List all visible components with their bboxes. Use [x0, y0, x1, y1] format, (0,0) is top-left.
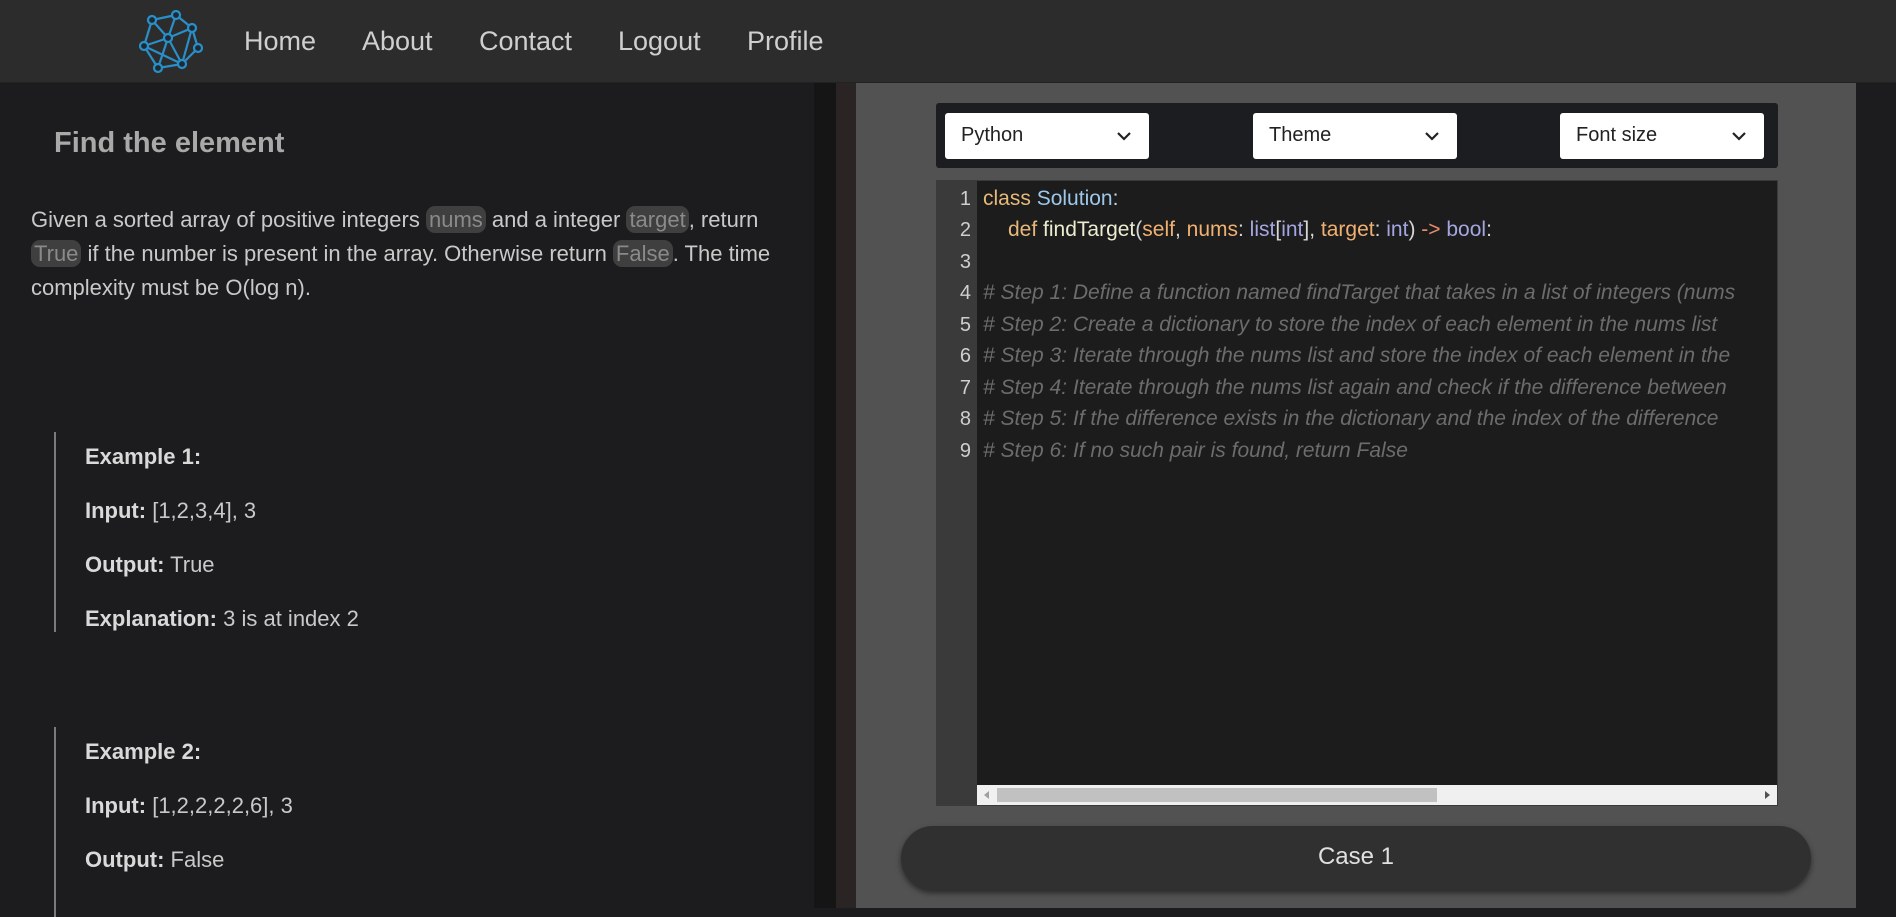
- panel-divider[interactable]: [814, 83, 836, 908]
- line-number: 9: [959, 440, 971, 462]
- example-2: Example 2: Input: [1,2,2,2,2,6], 3 Outpu…: [54, 727, 293, 917]
- theme-select[interactable]: Theme: [1253, 113, 1457, 159]
- line-number: 7: [959, 377, 971, 399]
- problem-title: Find the element: [54, 127, 285, 159]
- example-heading: Example 2:: [85, 739, 202, 764]
- inline-code-false: False: [612, 240, 673, 267]
- code-token: :: [1238, 218, 1250, 241]
- code-comment-line: # Step 5: If the difference exists in th…: [983, 407, 1719, 430]
- desc-text: Given a sorted array of positive integer…: [31, 207, 426, 232]
- neural-network-logo-icon[interactable]: [138, 10, 204, 74]
- page-right-margin: [1856, 83, 1896, 908]
- line-number: 8: [959, 408, 971, 430]
- code-token: nums: [1186, 218, 1238, 241]
- code-line: def findTarget(self, nums: list[int], ta…: [1008, 217, 1492, 243]
- nav-contact-link[interactable]: Contact: [479, 24, 572, 58]
- language-select[interactable]: Python: [945, 113, 1149, 159]
- code-text-area[interactable]: class Solution: def findTarget(self, num…: [977, 181, 1777, 785]
- chevron-down-icon: [1425, 132, 1439, 141]
- input-label: Input:: [85, 498, 147, 523]
- code-token: target: [1320, 218, 1375, 241]
- nav-logout-link[interactable]: Logout: [618, 24, 701, 58]
- code-token: :: [1374, 218, 1387, 241]
- case-1-button[interactable]: Case 1: [901, 826, 1811, 890]
- code-token: int: [1386, 218, 1409, 241]
- explanation-value: 3 is at index 2: [217, 606, 359, 631]
- code-token: ): [1408, 218, 1422, 241]
- code-token: list: [1249, 218, 1276, 241]
- code-comment-line: # Step 4: Iterate through the nums list …: [983, 376, 1727, 399]
- line-number: 1: [959, 188, 971, 210]
- code-token: findTarget: [1043, 218, 1136, 241]
- output-label: Output:: [85, 552, 165, 577]
- desc-text: if the number is present in the array. O…: [81, 241, 613, 266]
- code-token: int: [1281, 218, 1304, 241]
- code-comment-line: # Step 3: Iterate through the nums list …: [983, 344, 1731, 367]
- font-size-select-value: Font size: [1576, 124, 1658, 146]
- code-token: ,: [1174, 218, 1187, 241]
- scroll-left-arrow-icon[interactable]: [981, 789, 993, 801]
- code-comment-line: # Step 2: Create a dictionary to store t…: [983, 313, 1718, 336]
- line-number: 2: [959, 219, 971, 241]
- scroll-right-arrow-icon[interactable]: [1761, 789, 1773, 801]
- input-label: Input:: [85, 793, 147, 818]
- chevron-down-icon: [1732, 132, 1746, 141]
- nav-home-link[interactable]: Home: [244, 24, 316, 58]
- language-select-value: Python: [961, 124, 1024, 146]
- input-value: [1,2,3,4], 3: [146, 498, 257, 523]
- line-number: 5: [959, 314, 971, 336]
- scrollbar-thumb[interactable]: [997, 788, 1437, 802]
- desc-text: , return: [688, 207, 759, 232]
- code-comment-line: # Step 1: Define a function named findTa…: [983, 281, 1736, 304]
- font-size-select[interactable]: Font size: [1560, 113, 1764, 159]
- code-token: ,: [1309, 218, 1321, 241]
- code-token: def: [1008, 218, 1038, 241]
- code-token: class: [983, 187, 1031, 210]
- code-comment-line: # Step 6: If no such pair is found, retu…: [983, 439, 1408, 462]
- output-value: False: [164, 847, 225, 872]
- example-heading: Example 1:: [85, 444, 202, 469]
- input-value: [1,2,2,2,2,6], 3: [146, 793, 293, 818]
- example-1: Example 1: Input: [1,2,3,4], 3 Output: T…: [54, 432, 359, 632]
- line-number: 3: [959, 251, 971, 273]
- code-token: bool: [1440, 218, 1487, 241]
- explanation-label: Explanation:: [85, 606, 218, 631]
- line-number: 4: [959, 282, 971, 304]
- output-value: True: [164, 552, 215, 577]
- nav-about-link[interactable]: About: [362, 24, 433, 58]
- case-1-label: Case 1: [1317, 843, 1395, 870]
- navbar: Home About Contact Logout Profile: [0, 0, 1896, 83]
- inline-code-true: True: [31, 240, 82, 267]
- code-line: class Solution:: [983, 186, 1118, 212]
- desc-text: and a integer: [485, 207, 627, 232]
- code-token: ->: [1421, 218, 1441, 241]
- editor-panel: Python Theme Font size 1 2 3 4 5 6 7 8 9…: [856, 83, 1856, 908]
- editor-toolbar: Python Theme Font size: [936, 103, 1778, 168]
- output-label: Output:: [85, 847, 165, 872]
- code-token: self: [1142, 218, 1175, 241]
- inline-code-nums: nums: [425, 206, 486, 233]
- problem-description: Given a sorted array of positive integer…: [31, 203, 801, 305]
- problem-panel: Find the element Given a sorted array of…: [0, 83, 814, 917]
- horizontal-scrollbar[interactable]: [977, 785, 1777, 805]
- panel-divider-handle: [836, 83, 856, 908]
- code-editor[interactable]: 1 2 3 4 5 6 7 8 9 class Solution: def fi…: [936, 180, 1778, 806]
- nav-profile-link[interactable]: Profile: [747, 24, 824, 58]
- chevron-down-icon: [1117, 132, 1131, 141]
- inline-code-target: target: [626, 206, 689, 233]
- code-token: Solution: [1036, 187, 1113, 210]
- line-number-gutter: 1 2 3 4 5 6 7 8 9: [937, 181, 977, 805]
- line-number: 6: [959, 345, 971, 367]
- theme-select-value: Theme: [1269, 124, 1332, 146]
- code-token: :: [1112, 187, 1119, 210]
- code-token: :: [1486, 218, 1492, 241]
